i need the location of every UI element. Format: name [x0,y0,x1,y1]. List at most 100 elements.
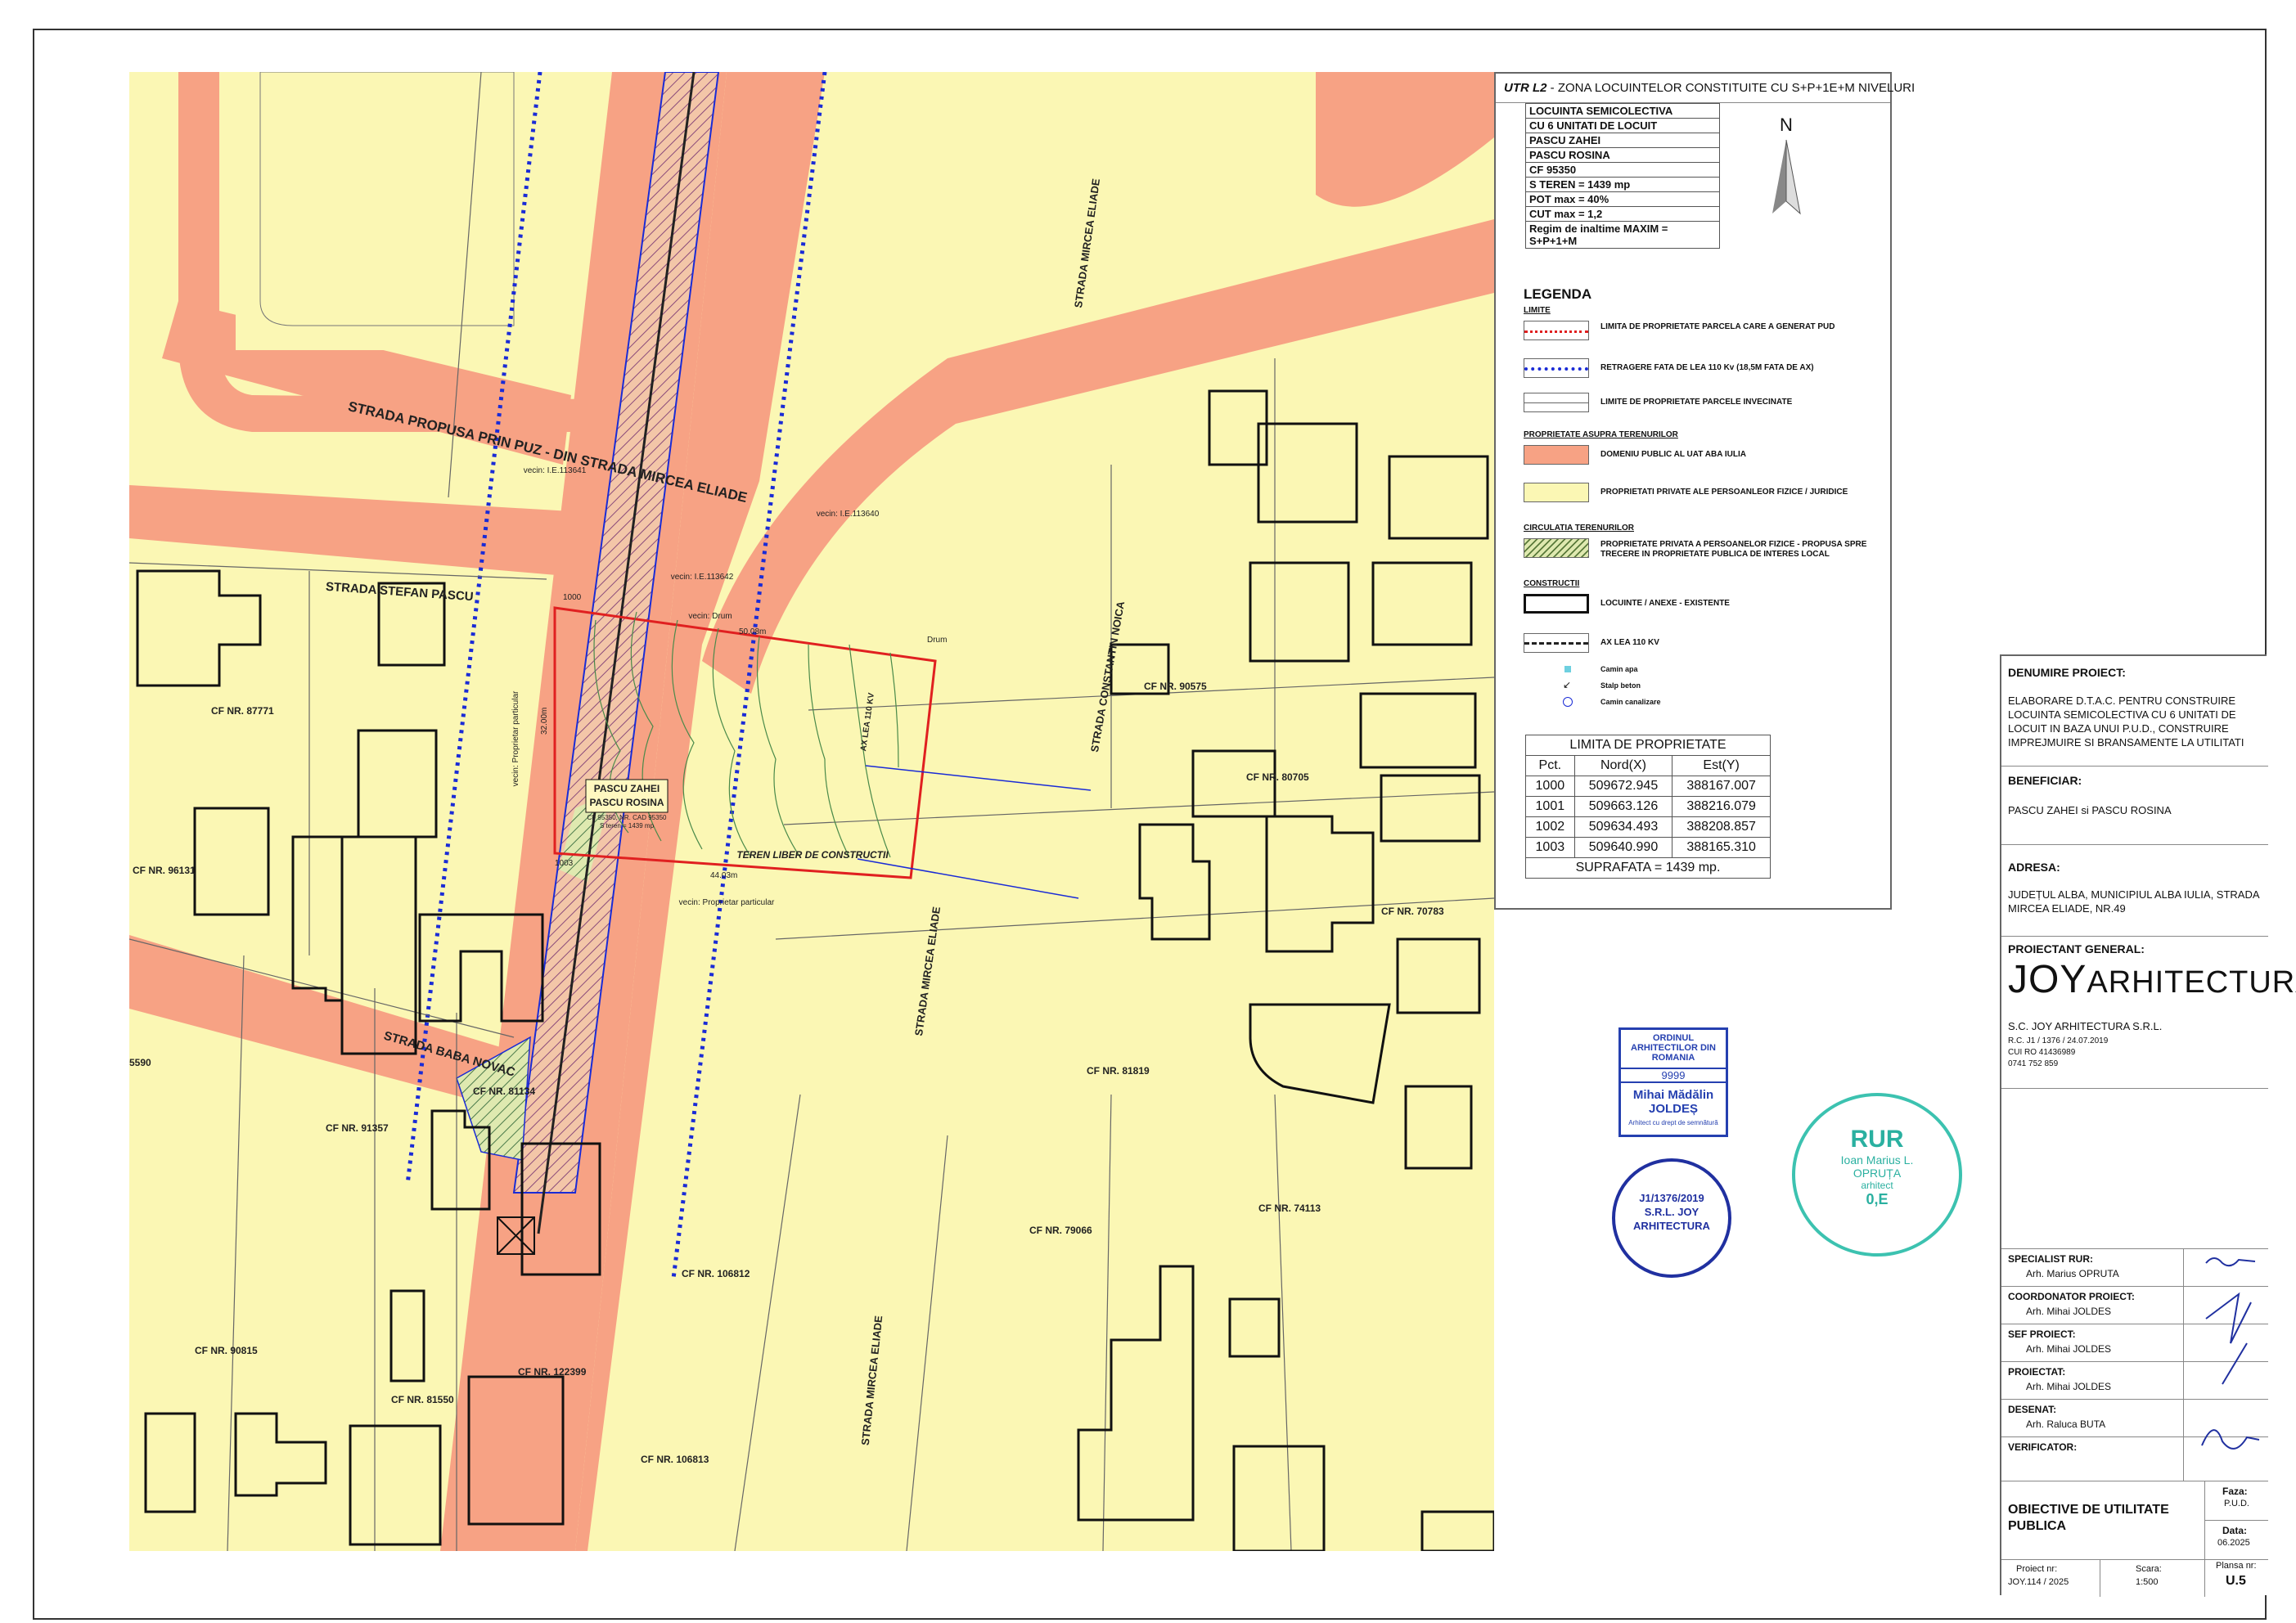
cf-90575: CF NR. 90575 [1144,681,1207,692]
role-name: Arh. Mihai JOLDES [2026,1343,2112,1355]
legend-label: PROPRIETATI PRIVATE ALE PERSOANLEOR FIZI… [1600,488,1848,497]
role-name: Arh. Mihai JOLDES [2026,1306,2112,1317]
swatch-private [1524,483,1589,502]
legend-item-canal: Camin canalizare [1524,697,1884,710]
cf-91357: CF NR. 91357 [326,1122,389,1134]
parcel-owner-1: PASCU ZAHEI [594,783,660,794]
plan-title: OBIECTIVE DE UTILITATE PUBLICA [2008,1503,2169,1533]
swatch-grey-line [1524,393,1589,412]
coord-cell: 1002 [1525,816,1575,838]
legend-section-constructii: CONSTRUCTII [1524,579,1580,588]
coord-cell: 388208.857 [1672,816,1771,838]
rur-stamp: RUR Ioan Marius L. OPRUȚA arhitect 0,E [1792,1093,1962,1257]
vecin-drum: vecin: Drum [688,612,732,621]
street-mircea-1: STRADA MIRCEA ELIADE [1072,178,1102,308]
dim-44m: 44.03m [710,871,737,880]
rur-subtitle: arhitect [1861,1180,1893,1191]
vecin-113642: vecin: I.E.113642 [671,573,734,582]
legend-label: Camin canalizare [1600,698,1661,706]
coord-total: SUPRAFATA = 1439 mp. [1525,857,1771,879]
legend-item-camin-apa: Camin apa [1524,664,1884,677]
coord-header: Nord(X) [1573,755,1673,776]
joy-stamp-text: J1/1376/2019 S.R.L. JOY ARHITECTURA [1633,1192,1710,1232]
beneficiar-heading: BENEFICIAR: [2008,774,2082,787]
swatch-public [1524,445,1589,465]
legend-item-locuinte: LOCUINTE / ANEXE - EXISTENTE [1524,594,1884,615]
oar-subtitle: Arhitect cu drept de semnătură [1628,1119,1718,1126]
legend-label: LIMITA DE PROPRIETATE PARCELA CARE A GEN… [1600,322,1835,331]
plansa-label: Plansa nr: [2216,1561,2257,1571]
cf-5590: 5590 [129,1057,151,1068]
street-mircea-3: STRADA MIRCEA ELIADE [859,1315,885,1445]
table-row: 1001 509663.126 388216.079 [1525,796,1771,817]
legend-section-limite: LIMITE [1524,306,1551,315]
cf-74113: CF NR. 74113 [1258,1203,1321,1214]
legend-item-stalp: ↙ Stalp beton [1524,679,1884,694]
proiect-nr-label: Proiect nr: [2016,1564,2058,1574]
water-manhole-icon [1564,666,1571,672]
site-plan-map: STRADA PROPUSA PRIN PUZ - DIN STRADA MIR… [129,72,1494,1551]
role-label: PROIECTAT: [2008,1366,2066,1378]
coordinates-table: LIMITA DE PROPRIETATE Pct. Nord(X) Est(Y… [1525,735,1771,879]
legend-item-retragere: RETRAGERE FATA DE LEA 110 Kv (18,5M FATA… [1524,358,1884,380]
param-row: CF 95350 [1525,162,1720,178]
legend-label: LOCUINTE / ANEXE - EXISTENTE [1600,599,1730,608]
param-row: LOCUINTA SEMICOLECTIVA [1525,103,1720,119]
parcel-owner-2: PASCU ROSINA [589,797,664,808]
coord-title: LIMITA DE PROPRIETATE [1525,735,1771,756]
coord-cell: 509634.493 [1573,816,1673,838]
utr-code: UTR L2 [1504,81,1547,95]
coord-cell: 1000 [1525,776,1575,797]
legend-panel: UTR L2 - ZONA LOCUINTELOR CONSTITUITE CU… [1494,72,1915,910]
data-label: Data: [2222,1525,2248,1536]
cf-79066: CF NR. 79066 [1029,1225,1092,1236]
company-name: S.C. JOY ARHITECTURA S.R.L. [2008,1020,2163,1032]
legend-label: Camin apa [1600,665,1638,673]
lea-label: AX LEA 110 KV [859,692,876,752]
legend-item-limite-invec: LIMITE DE PROPRIETATE PARCELE INVECINATE [1524,393,1884,414]
cf-81134: CF NR. 81134 [473,1086,535,1097]
cf-87771: CF NR. 87771 [211,705,274,717]
dimension-lines [857,765,1092,899]
map-drawing: STRADA PROPUSA PRIN PUZ - DIN STRADA MIR… [129,72,1494,1551]
street-noica: STRADA CONSTANTIN NOICA [1088,600,1127,753]
role-label: SPECIALIST RUR: [2008,1253,2094,1265]
cf-96131: CF NR. 96131 [133,865,196,876]
rur-mark: RUR [1850,1126,1904,1153]
vecin-particular-1: vecin: Proprietar particular [511,690,520,786]
table-row: 1002 509634.493 388208.857 [1525,816,1771,838]
proiectant-heading: PROIECTANT GENERAL: [2008,942,2145,955]
denumire-heading: DENUMIRE PROIECT: [2008,666,2126,679]
dim-32m: 32.00m [540,708,549,735]
cf-122399: CF NR. 122399 [518,1366,587,1378]
beneficiar-text: PASCU ZAHEI si PASCU ROSINA [2008,804,2172,816]
teren-liber-label: TEREN LIBER DE CONSTRUCTII [736,849,889,861]
data-value: 06.2025 [2217,1538,2250,1548]
coord-cell: 1001 [1525,796,1575,817]
coord-cell: 388216.079 [1672,796,1771,817]
swatch-red-line [1524,321,1589,340]
param-row: PASCU ZAHEI [1525,133,1720,148]
role-label: COORDONATOR PROIECT: [2008,1291,2135,1302]
legend-item-ax: AX LEA 110 KV [1524,633,1884,654]
utr-text: - ZONA LOCUINTELOR CONSTITUITE CU S+P+1E… [1546,81,1916,95]
role-name: Arh. Marius OPRUTA [2026,1268,2119,1279]
cf-80705: CF NR. 80705 [1246,771,1309,783]
swatch-building [1524,594,1589,614]
legend-label: DOMENIU PUBLIC AL UAT ABA IULIA [1600,450,1746,459]
north-label: N [1780,115,1793,135]
legend-item-private: PROPRIETATI PRIVATE ALE PERSOANLEOR FIZI… [1524,483,1884,504]
legend-item-trecere: PROPRIETATE PRIVATA A PERSOANELOR FIZICE… [1524,538,1884,560]
street-mircea-2: STRADA MIRCEA ELIADE [912,906,943,1036]
swatch-axis [1524,633,1589,653]
coord-cell: 388167.007 [1672,776,1771,797]
role-label: SEF PROIECT: [2008,1329,2076,1340]
role-label: VERIFICATOR: [2008,1441,2078,1453]
param-row: Regim de inaltime MAXIM = S+P+1+M [1525,221,1720,249]
cf-81550: CF NR. 81550 [391,1394,454,1405]
table-row: 1000 509672.945 388167.007 [1525,776,1771,797]
legend-label: AX LEA 110 KV [1600,638,1659,647]
legend-label: RETRAGERE FATA DE LEA 110 Kv (18,5M FATA… [1600,363,1814,372]
plansa-value: U.5 [2226,1574,2246,1588]
cf-labels: CF NR. 87771 CF NR. 96131 CF NR. 90575 C… [129,681,1444,1465]
